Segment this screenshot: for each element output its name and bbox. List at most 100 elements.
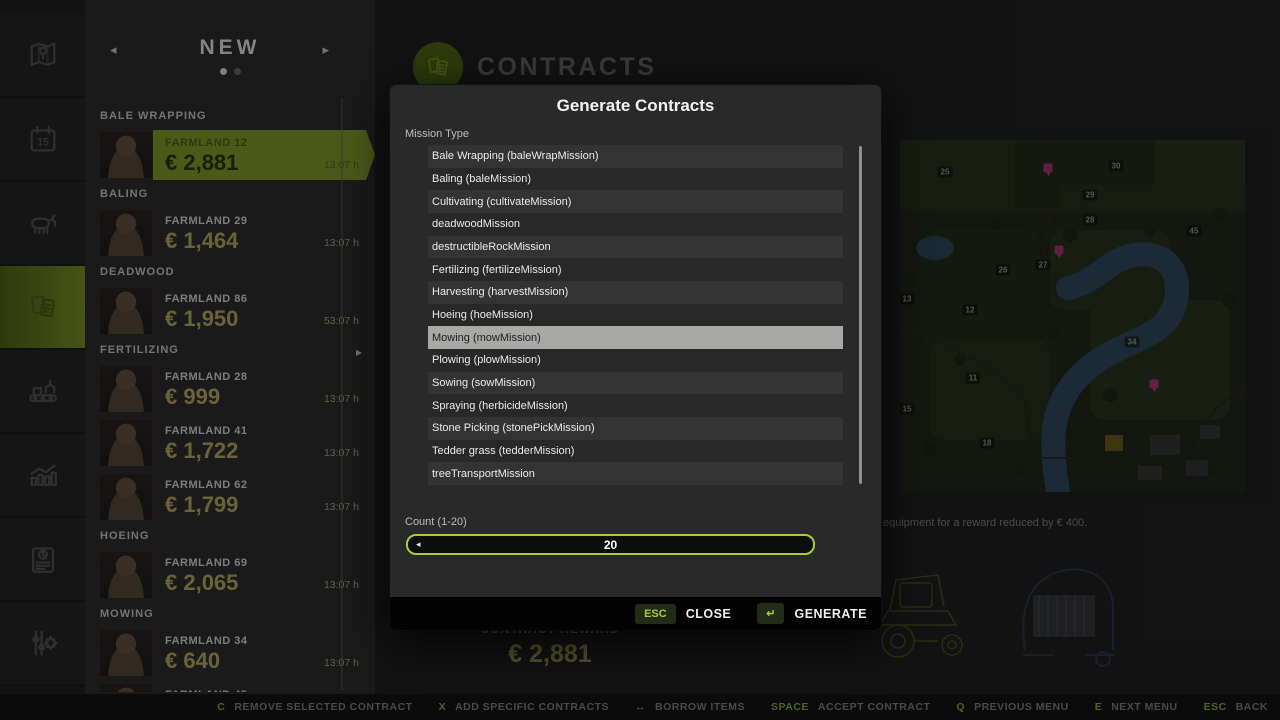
contract-list-item[interactable]: FARMLAND 69€ 2,06513:07 h <box>100 550 375 600</box>
dialog-title: Generate Contracts <box>390 96 881 116</box>
contractor-avatar <box>100 210 152 256</box>
contract-marker-icon <box>1044 164 1053 173</box>
map-field-number: 11 <box>966 373 980 384</box>
contracts-list-panel: ◂ NEW ▸ BALE WRAPPINGFARMLAND 12€ 2,8811… <box>85 0 375 720</box>
mission-type-option[interactable]: deadwoodMission <box>428 213 843 236</box>
dialog-footer: ESC CLOSE ↵ GENERATE <box>390 597 881 630</box>
count-label: Count (1-20) <box>405 516 467 528</box>
hotbar-key: Q <box>956 701 965 713</box>
keybind-hotbar: C REMOVE SELECTED CONTRACT XADD SPECIFIC C… <box>0 694 1280 720</box>
map-icon <box>26 38 60 72</box>
hotbar-action[interactable]: E NEXT MENU <box>1095 701 1178 713</box>
esc-key-badge: ESC <box>635 604 676 624</box>
document-icon <box>424 53 452 81</box>
contractor-avatar <box>100 366 152 412</box>
map-building-yellow <box>1105 435 1123 451</box>
production-icon <box>26 374 60 408</box>
borrowed-equipment-preview <box>860 545 1280 675</box>
map-terrain <box>900 140 1245 492</box>
contract-farmland-title: FARMLAND 34 <box>165 635 375 647</box>
contract-list-item[interactable]: FARMLAND 45 <box>100 682 375 692</box>
farmland-map[interactable]: 25302928452726131234111518 <box>900 140 1245 492</box>
hotbar-action[interactable]: ESCBACK <box>1204 701 1268 713</box>
hotbar-action[interactable]: SPACEACCEPT CONTRACT <box>771 701 930 713</box>
finances-icon <box>26 542 60 576</box>
contract-farmland-title: FARMLAND 69 <box>165 557 375 569</box>
enter-key-badge: ↵ <box>757 603 784 624</box>
page-dot[interactable] <box>220 68 227 75</box>
map-field-number: 30 <box>1109 161 1124 172</box>
hotbar-key: X <box>439 701 447 713</box>
count-slider[interactable]: ◂ 20 <box>406 534 815 555</box>
sidebar-item-map[interactable] <box>0 14 85 98</box>
contract-list-item[interactable]: FARMLAND 29€ 1,46413:07 h <box>100 208 375 258</box>
mission-type-option[interactable]: Mowing (mowMission) <box>428 326 843 349</box>
contract-list-item[interactable]: FARMLAND 62€ 1,79913:07 h <box>100 472 375 522</box>
mission-type-option[interactable]: treeTransportMission <box>428 462 843 485</box>
contract-farmland-title: FARMLAND 29 <box>165 215 375 227</box>
mission-type-option[interactable]: Sowing (sowMission) <box>428 372 843 395</box>
sidebar-item-animals[interactable] <box>0 182 85 266</box>
map-field-number: 25 <box>938 167 953 178</box>
hotbar-action[interactable]: ↔BORROW ITEMS <box>635 701 745 713</box>
contractor-avatar <box>100 552 152 598</box>
contractor-avatar <box>100 684 152 692</box>
hotbar-action[interactable]: XADD SPECIFIC CONTRACTS <box>439 701 609 713</box>
mission-type-option[interactable]: Hoeing (hoeMission) <box>428 304 843 327</box>
hotbar-action-label: REMOVE SELECTED CONTRACT <box>234 701 412 713</box>
map-field-number: 13 <box>900 294 914 305</box>
mission-type-option[interactable]: Spraying (herbicideMission) <box>428 394 843 417</box>
hotbar-key: E <box>1095 701 1103 713</box>
contract-list-item[interactable]: FARMLAND 34€ 64013:07 h <box>100 628 375 678</box>
mission-type-option[interactable]: Tedder grass (tedderMission) <box>428 440 843 463</box>
contract-category-label: HOEING <box>100 530 375 543</box>
close-button[interactable]: CLOSE <box>686 607 732 621</box>
contract-list-item[interactable]: FARMLAND 86€ 1,95053:07 h <box>100 286 375 336</box>
page-title: CONTRACTS <box>477 53 656 82</box>
panel-scrollbar[interactable] <box>341 98 343 690</box>
sidebar-item-finances[interactable] <box>0 518 85 602</box>
sidebar-item-calendar[interactable]: 15 <box>0 98 85 182</box>
sidebar-item-contracts[interactable] <box>0 266 85 350</box>
mission-type-option[interactable]: Stone Picking (stonePickMission) <box>428 417 843 440</box>
slider-decrease-arrow-icon[interactable]: ◂ <box>416 534 421 555</box>
mission-type-option[interactable]: Bale Wrapping (baleWrapMission) <box>428 145 843 168</box>
panel-title: NEW <box>85 36 375 60</box>
sidebar-item-statistics[interactable] <box>0 434 85 518</box>
contract-list-item[interactable]: FARMLAND 12€ 2,88113:07 h <box>100 130 375 180</box>
hotbar-action-label: NEXT MENU <box>1111 701 1177 713</box>
generate-button[interactable]: GENERATE <box>794 607 867 621</box>
next-page-arrow-icon[interactable]: ▸ <box>322 42 329 58</box>
map-field-number: 28 <box>1083 215 1098 226</box>
mission-type-option[interactable]: Harvesting (harvestMission) <box>428 281 843 304</box>
mission-list-scrollbar[interactable] <box>859 146 862 484</box>
contract-list-item[interactable]: FARMLAND 28€ 99913:07 h <box>100 364 375 414</box>
contractor-avatar <box>100 630 152 676</box>
hotbar-key: C <box>217 701 225 713</box>
cow-icon <box>26 206 60 240</box>
page-dot[interactable] <box>234 68 241 75</box>
contracts-icon <box>26 290 60 324</box>
mission-type-option[interactable]: Baling (baleMission) <box>428 168 843 191</box>
sidebar-item-production[interactable] <box>0 350 85 434</box>
contractor-avatar <box>100 420 152 466</box>
map-field-number: 18 <box>980 438 995 449</box>
contract-list-item[interactable]: FARMLAND 41€ 1,72213:07 h <box>100 418 375 468</box>
panel-scroll-arrow-icon[interactable]: ▸ <box>356 345 362 359</box>
hotbar-action[interactable]: QPREVIOUS MENU <box>956 701 1068 713</box>
mission-type-option[interactable]: Plowing (plowMission) <box>428 349 843 372</box>
contract-farmland-title: FARMLAND 86 <box>165 293 375 305</box>
mission-type-option[interactable]: Cultivating (cultivateMission) <box>428 190 843 213</box>
svg-text:15: 15 <box>37 136 49 148</box>
contract-category-label: DEADWOOD <box>100 266 375 279</box>
page-dots <box>85 68 375 75</box>
contract-category-label: MOWING <box>100 608 375 621</box>
contractor-avatar <box>100 288 152 334</box>
mission-type-option[interactable]: Fertilizing (fertilizeMission) <box>428 258 843 281</box>
contract-category-label: BALE WRAPPING <box>100 110 375 123</box>
map-field-number: 26 <box>996 265 1011 276</box>
sidebar-item-settings[interactable] <box>0 602 85 686</box>
hotbar-action[interactable]: C REMOVE SELECTED CONTRACT <box>217 701 412 713</box>
contract-list: BALE WRAPPINGFARMLAND 12€ 2,88113:07 hBA… <box>85 96 375 692</box>
mission-type-option[interactable]: destructibleRockMission <box>428 236 843 259</box>
